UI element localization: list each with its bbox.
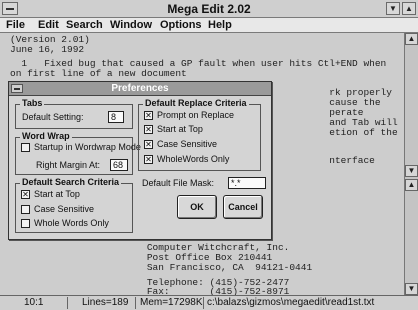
startup-wordwrap-label: Startup in Wordwrap Mode [34,142,141,152]
file-mask-label: Default File Mask: [142,178,215,188]
scroll-down-icon[interactable]: ▼ [405,283,418,295]
scroll-down-icon[interactable]: ▼ [405,165,418,177]
startup-wordwrap-checkbox[interactable] [21,143,30,152]
tabs-group-label: Tabs [20,98,45,108]
search-criteria-group-label: Default Search Criteria [20,177,122,187]
tab-setting-input[interactable]: 8 [108,111,124,123]
replace-criteria-group: Default Replace Criteria ✕ Prompt on Rep… [138,98,261,171]
title-bar[interactable]: Mega Edit 2.02 ▼ ▲ [0,0,418,18]
scroll-up-icon[interactable]: ▲ [405,179,418,191]
replace-criteria-group-label: Default Replace Criteria [143,98,249,108]
replace-whole-words-label: WholeWords Only [157,154,230,164]
doc-line: San Francisco, CA 94121-0441 [10,262,313,273]
replace-whole-words-checkbox[interactable]: ✕ [144,155,153,164]
menu-bar: File Edit Search Window Options Help [0,18,418,33]
tabs-group: Tabs Default Setting: 8 [15,98,133,129]
default-setting-label: Default Setting: [22,112,84,122]
replace-case-sensitive-checkbox[interactable]: ✕ [144,140,153,149]
memory-status: Mem=17298K [136,297,204,309]
status-bar: 10:1 Lines=189 Mem=17298K c:\balazs\gizm… [0,295,418,310]
file-path: c:\balazs\gizmos\megaedit\read1st.txt [207,297,375,308]
replace-start-top-checkbox[interactable]: ✕ [144,125,153,134]
prompt-replace-label: Prompt on Replace [157,110,235,120]
replace-start-top-label: Start at Top [157,124,203,134]
ok-button[interactable]: OK [177,195,217,219]
prompt-replace-checkbox[interactable]: ✕ [144,111,153,120]
search-start-top-label: Start at Top [34,189,80,199]
right-margin-label: Right Margin At: [36,160,101,170]
search-start-top-checkbox[interactable]: ✕ [21,190,30,199]
doc-line: on first line of a new document [10,68,187,79]
window-title: Mega Edit 2.02 [167,2,251,16]
search-whole-words-checkbox[interactable] [21,219,30,228]
menu-search[interactable]: Search [66,19,103,31]
right-margin-input[interactable]: 68 [110,159,128,171]
word-wrap-group: Word Wrap Startup in Wordwrap Mode Right… [15,131,141,175]
doc-line: June 16, 1992 [10,44,85,55]
search-case-sensitive-label: Case Sensitive [34,204,95,214]
scroll-up-icon[interactable]: ▲ [405,33,418,45]
line-count: Lines=189 [68,297,136,309]
dialog-title-bar[interactable]: Preferences [9,82,271,96]
preferences-dialog: Preferences Tabs Default Setting: 8 Word… [8,81,272,240]
menu-options[interactable]: Options [160,19,202,31]
word-wrap-group-label: Word Wrap [20,131,72,141]
menu-help[interactable]: Help [208,19,232,31]
menu-file[interactable]: File [6,19,25,31]
replace-case-sensitive-label: Case Sensitive [157,139,218,149]
minimize-icon[interactable]: ▼ [386,2,400,15]
search-whole-words-label: Whole Words Only [34,218,109,228]
file-mask-input[interactable]: *.* [228,177,266,189]
menu-edit[interactable]: Edit [38,19,59,31]
cursor-position: 10:1 [0,297,68,309]
search-case-sensitive-checkbox[interactable] [21,205,30,214]
menu-window[interactable]: Window [110,19,152,31]
vertical-scrollbar[interactable]: ▲ ▼ ▲ ▼ [404,33,418,295]
maximize-icon[interactable]: ▲ [402,2,416,15]
cancel-button[interactable]: Cancel [223,195,263,219]
search-criteria-group: Default Search Criteria ✕ Start at Top C… [15,177,133,233]
dialog-title: Preferences [111,83,169,94]
